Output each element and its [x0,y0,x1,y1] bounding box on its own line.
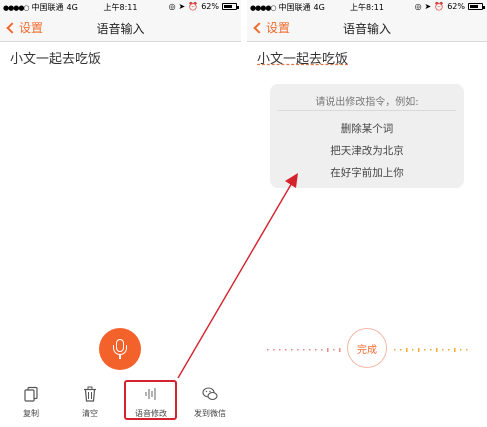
battery-percent: 62% [201,2,219,11]
copy-label: 复制 [23,409,39,418]
location-icon: ➤ [178,2,186,11]
hint-example: 在好字前加上你 [330,167,404,179]
battery-percent: 62% [447,2,465,11]
clock-icon: ⏰ [188,2,199,11]
voice-wave-right [394,348,468,352]
chevron-left-icon [253,21,265,34]
voice-edit-icon [145,388,156,400]
voice-edit-button[interactable]: 语音修改 [123,380,179,424]
bottom-toolbar: 复制 清空 语音修改 发到微信 [0,380,241,427]
left-screen: ●●●●○ 中国联通 4G 上午8:11 ◎ ➤ ⏰ 62% 设置 语音输入 小… [0,0,241,427]
right-screen: ●●●●○ 中国联通 4G 上午8:11 ◎ ➤ ⏰ 62% 设置 语音输入 小… [247,0,487,427]
done-button[interactable]: 完成 [347,328,387,368]
hint-example: 把天津改为北京 [330,145,404,157]
nav-bar: 设置 语音输入 [247,14,487,42]
voice-wave-left [267,348,341,352]
voice-edit-label: 语音修改 [135,409,167,418]
voice-command-hint: 请说出修改指令，例如: 删除某个词 把天津改为北京 在好字前加上你 [270,84,464,188]
clear-label: 清空 [82,409,98,418]
copy-button[interactable]: 复制 [3,380,59,424]
back-button[interactable]: 设置 [6,19,43,36]
location-icon: ➤ [424,2,432,11]
wechat-icon [202,387,218,401]
chevron-left-icon [6,21,18,34]
trash-icon [84,386,96,402]
alarm-icon: ◎ [414,2,422,11]
send-wechat-button[interactable]: 发到微信 [182,380,238,424]
microphone-button[interactable] [99,328,141,370]
status-bar: ●●●●○ 中国联通 4G 上午8:11 ◎ ➤ ⏰ 62% [0,0,241,14]
alarm-icon: ◎ [168,2,176,11]
battery-icon [222,3,239,10]
status-bar: ●●●●○ 中国联通 4G 上午8:11 ◎ ➤ ⏰ 62% [247,0,487,14]
back-button[interactable]: 设置 [253,19,290,36]
hint-example: 删除某个词 [340,123,394,135]
divider [278,110,456,111]
nav-bar: 设置 语音输入 [0,14,241,42]
clear-button[interactable]: 清空 [62,380,118,424]
clock-icon: ⏰ [434,2,445,11]
copy-icon [24,386,38,402]
send-wechat-label: 发到微信 [194,409,226,418]
back-label: 设置 [266,21,291,35]
hint-title: 请说出修改指令，例如: [315,97,419,108]
input-text[interactable]: 小文一起去吃饭 [257,48,348,67]
battery-icon [468,3,485,10]
input-text[interactable]: 小文一起去吃饭 [10,48,101,67]
back-label: 设置 [19,21,44,35]
